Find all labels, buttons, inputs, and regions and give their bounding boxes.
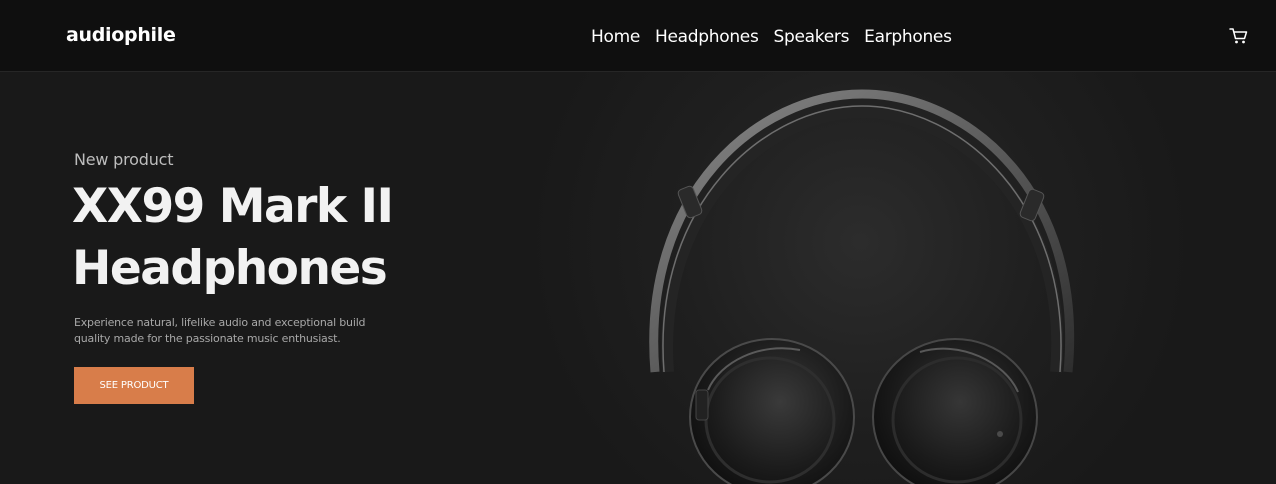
nav-link-earphones[interactable]: Earphones <box>864 26 952 48</box>
page: audiophile Home Headphones Speakers Earp… <box>0 0 1276 484</box>
site-logo[interactable]: audiophile <box>66 22 176 48</box>
main-nav: Home Headphones Speakers Earphones <box>591 26 952 48</box>
nav-link-speakers[interactable]: Speakers <box>774 26 850 48</box>
hero-description: Experience natural, lifelike audio and e… <box>74 316 366 345</box>
cart-button[interactable] <box>1229 27 1249 45</box>
see-product-button[interactable]: SEE PRODUCT <box>74 367 194 404</box>
cart-icon <box>1229 28 1248 44</box>
hero-eyebrow: New product <box>74 150 174 169</box>
hero-title-line1: XX99 Mark II <box>72 179 394 234</box>
hero-title: XX99 Mark II Headphones <box>72 176 492 300</box>
hero-title-line2: Headphones <box>72 241 388 296</box>
hero-section: New product XX99 Mark II Headphones Expe… <box>0 72 1276 484</box>
nav-link-home[interactable]: Home <box>591 26 640 48</box>
nav-link-headphones[interactable]: Headphones <box>655 26 759 48</box>
site-header: audiophile Home Headphones Speakers Earp… <box>0 0 1276 72</box>
